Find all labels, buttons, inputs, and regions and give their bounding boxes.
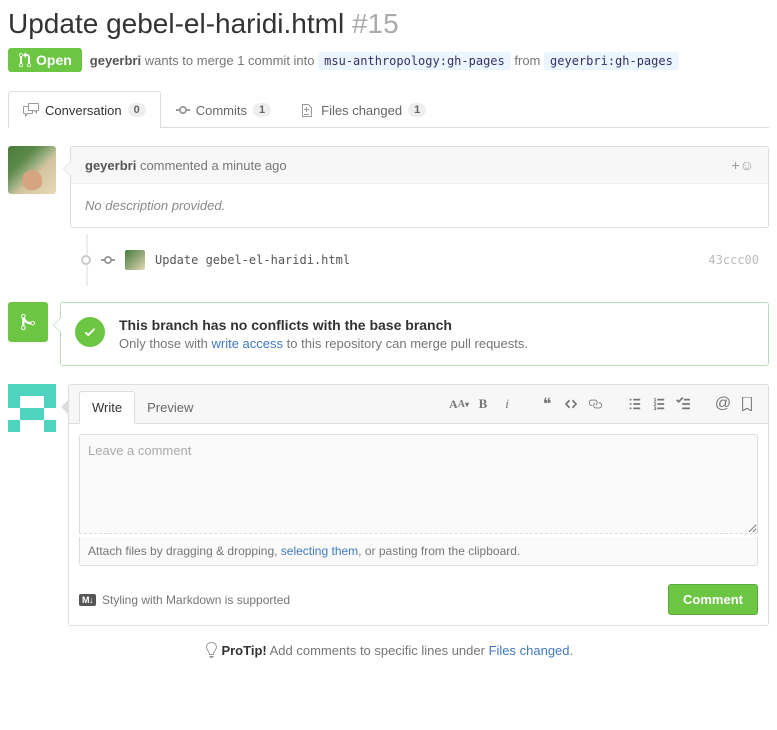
avatar[interactable] xyxy=(8,146,56,194)
state-label: Open xyxy=(36,52,72,68)
head-ref[interactable]: geyerbri:gh-pages xyxy=(544,52,679,70)
pr-title: Update gebel-el-haridi.html #15 xyxy=(8,8,769,40)
git-commit-icon xyxy=(101,252,115,268)
comment-button[interactable]: Comment xyxy=(668,584,758,615)
link-button[interactable] xyxy=(584,393,606,415)
markdown-hint[interactable]: M↓ Styling with Markdown is supported xyxy=(79,593,290,607)
check-icon xyxy=(75,317,105,347)
markdown-toolbar: AA▾ B i ❝ @ xyxy=(434,393,758,421)
comment-meta: geyerbri commented a minute ago xyxy=(85,158,287,173)
state-badge: Open xyxy=(8,48,82,72)
write-access-link[interactable]: write access xyxy=(212,336,284,351)
pr-author[interactable]: geyerbri xyxy=(90,53,141,68)
git-pull-request-icon xyxy=(18,52,32,68)
lightbulb-icon xyxy=(204,642,218,658)
select-files-link[interactable]: selecting them xyxy=(281,544,358,558)
commit-author-avatar[interactable] xyxy=(125,250,145,270)
git-merge-icon xyxy=(21,312,35,332)
italic-button[interactable]: i xyxy=(496,393,518,415)
markdown-icon: M↓ xyxy=(79,594,96,606)
attach-hint[interactable]: Attach files by dragging & dropping, sel… xyxy=(79,537,758,566)
merge-panel: This branch has no conflicts with the ba… xyxy=(60,302,769,366)
pr-number: #15 xyxy=(352,8,399,39)
code-button[interactable] xyxy=(560,393,582,415)
commit-message[interactable]: Update gebel-el-haridi.html xyxy=(155,253,698,267)
merge-title: This branch has no conflicts with the ba… xyxy=(119,317,528,333)
protip: ProTip! Add comments to specific lines u… xyxy=(8,642,769,658)
comment-body: No description provided. xyxy=(71,184,768,227)
comment: geyerbri commented a minute ago +☺ No de… xyxy=(70,146,769,228)
file-diff-icon xyxy=(301,102,315,118)
files-changed-link[interactable]: Files changed xyxy=(489,643,570,658)
merge-subtitle: Only those with write access to this rep… xyxy=(119,336,528,351)
comment-textarea[interactable] xyxy=(79,434,758,534)
tab-label: Conversation xyxy=(45,103,122,118)
task-list-button[interactable] xyxy=(672,393,694,415)
add-reaction-button[interactable]: +☺ xyxy=(732,157,754,173)
write-tab[interactable]: Write xyxy=(79,391,135,424)
comment-author[interactable]: geyerbri xyxy=(85,158,136,173)
git-commit-icon xyxy=(176,102,190,118)
text-size-button[interactable]: AA▾ xyxy=(448,393,470,415)
title-text: Update gebel-el-haridi.html xyxy=(8,8,344,39)
unordered-list-button[interactable] xyxy=(624,393,646,415)
tab-count: 1 xyxy=(408,103,426,117)
tab-label: Files changed xyxy=(321,103,402,118)
protip-label: ProTip! xyxy=(221,643,266,658)
base-ref[interactable]: msu-anthropology:gh-pages xyxy=(318,52,511,70)
tab-count: 1 xyxy=(253,103,271,117)
saved-replies-button[interactable] xyxy=(736,393,758,415)
merge-status-icon xyxy=(8,302,48,342)
comment-composer: Write Preview AA▾ B i ❝ xyxy=(68,384,769,626)
mention-button[interactable]: @ xyxy=(712,393,734,415)
timeline-dot xyxy=(81,255,91,265)
commit-sha[interactable]: 43ccc00 xyxy=(708,253,759,267)
quote-button[interactable]: ❝ xyxy=(536,393,558,415)
ordered-list-button[interactable] xyxy=(648,393,670,415)
tab-commits[interactable]: Commits 1 xyxy=(161,91,286,128)
merge-description: geyerbri wants to merge 1 commit into ms… xyxy=(90,53,679,68)
tab-count: 0 xyxy=(128,103,146,117)
tab-label: Commits xyxy=(196,103,247,118)
tab-conversation[interactable]: Conversation 0 xyxy=(8,91,161,128)
comment-time[interactable]: a minute ago xyxy=(211,158,286,173)
tab-files[interactable]: Files changed 1 xyxy=(286,91,441,128)
comment-discussion-icon xyxy=(23,102,39,118)
preview-tab[interactable]: Preview xyxy=(135,392,205,423)
bold-button[interactable]: B xyxy=(472,393,494,415)
avatar[interactable] xyxy=(8,384,56,432)
pr-tabs: Conversation 0 Commits 1 Files changed 1 xyxy=(8,90,769,128)
commit-item: Update gebel-el-haridi.html 43ccc00 xyxy=(8,244,769,276)
